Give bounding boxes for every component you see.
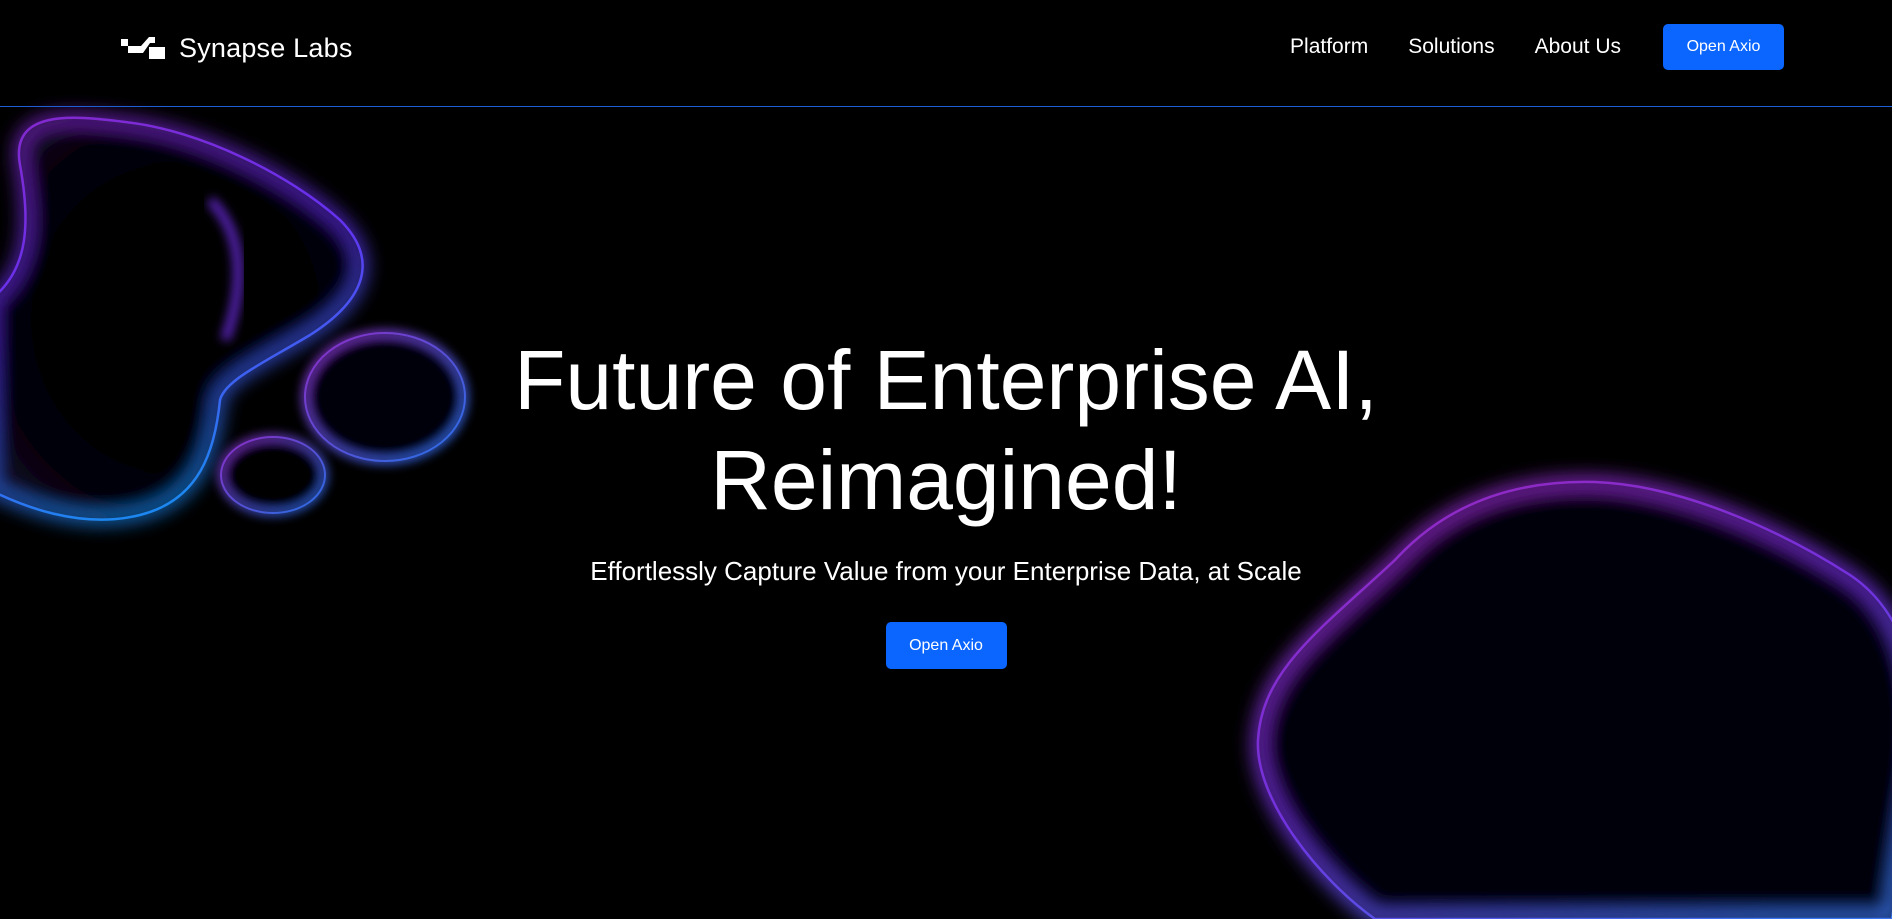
nav-link-platform[interactable]: Platform [1290, 35, 1368, 59]
brand[interactable]: Synapse Labs [121, 28, 353, 68]
hero-open-axio-button[interactable]: Open Axio [885, 622, 1007, 669]
hero-title-line-1: Future of Enterprise AI, [514, 333, 1378, 427]
site-header: Synapse Labs Platform Solutions About Us… [0, 0, 1892, 107]
hero-section: Future of Enterprise AI, Reimagined! Eff… [0, 330, 1892, 669]
brand-name: Synapse Labs [179, 32, 353, 63]
nav-link-about-us[interactable]: About Us [1535, 35, 1621, 59]
landing-page: Synapse Labs Platform Solutions About Us… [0, 0, 1892, 919]
header-open-axio-button[interactable]: Open Axio [1663, 24, 1784, 70]
nav-link-solutions[interactable]: Solutions [1408, 35, 1494, 59]
hero-subtitle: Effortlessly Capture Value from your Ent… [590, 556, 1302, 586]
hero-title: Future of Enterprise AI, Reimagined! [446, 330, 1446, 530]
hero-title-line-2: Reimagined! [710, 433, 1182, 527]
main-nav: Platform Solutions About Us Open Axio [1290, 24, 1784, 70]
synapse-logo-icon [121, 37, 165, 59]
